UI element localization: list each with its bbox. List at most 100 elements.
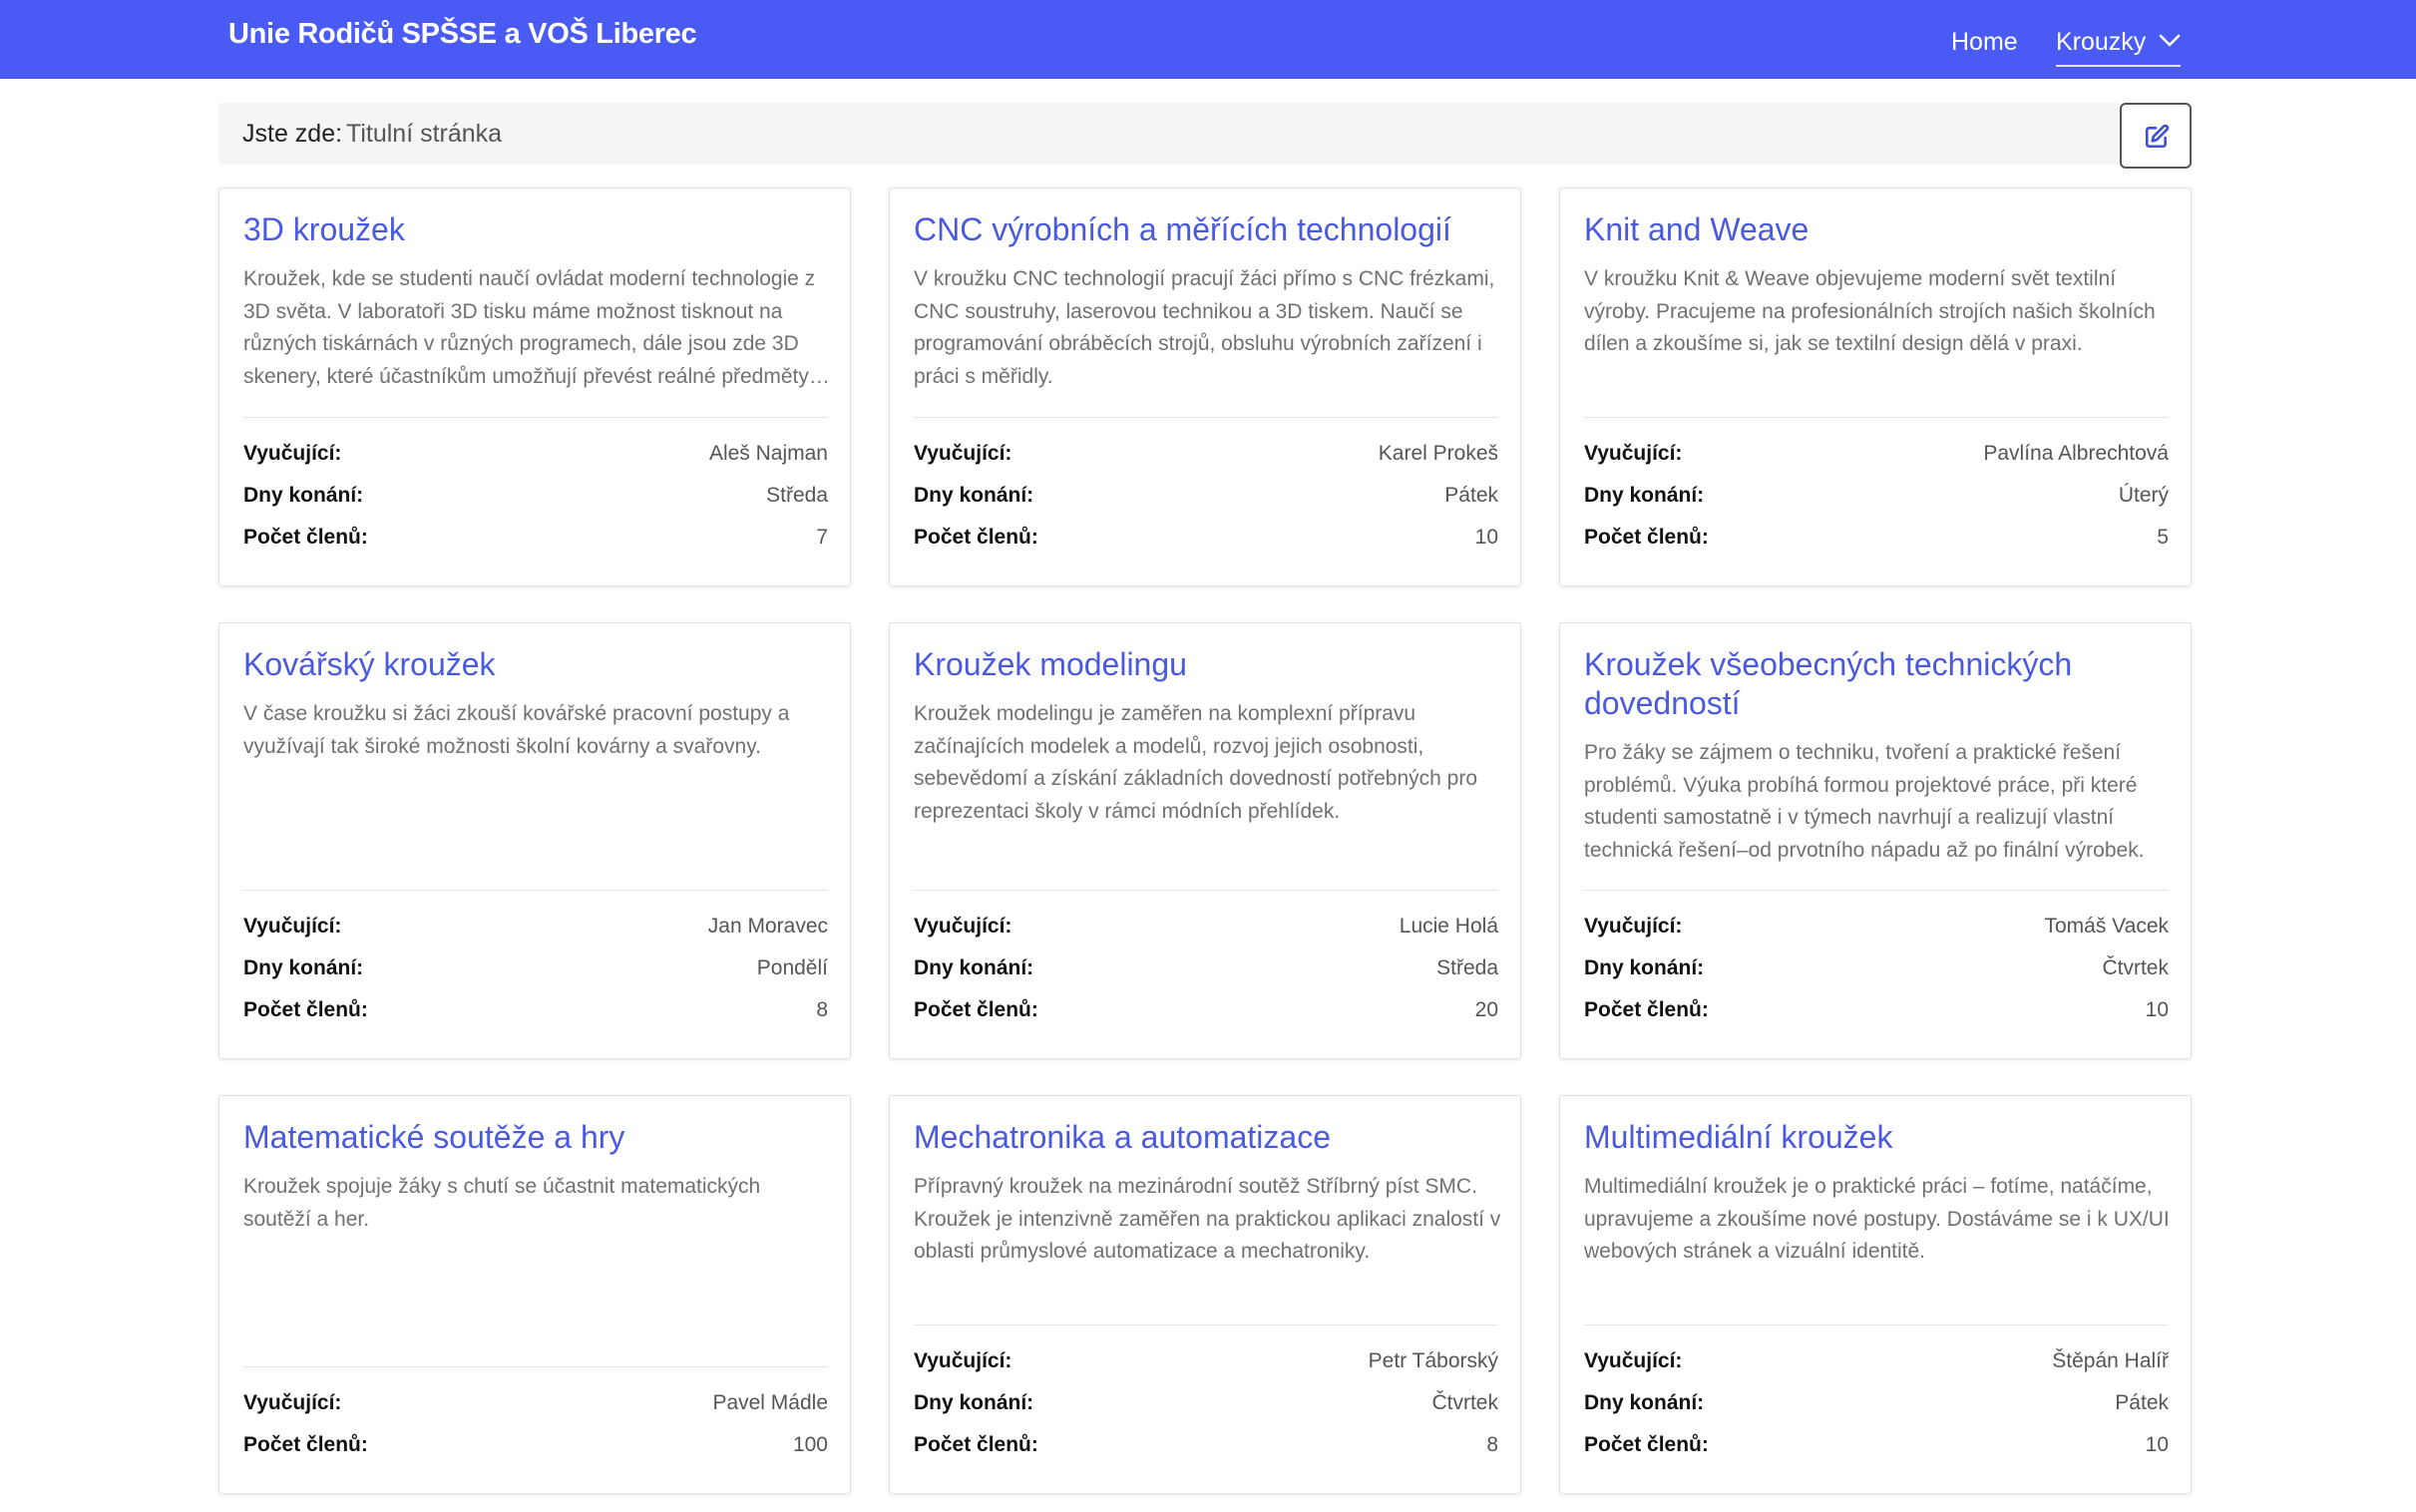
card-divider [243, 417, 828, 418]
members-label: Počet členů: [914, 1433, 1038, 1456]
days-row: Dny konání: Středa [243, 484, 828, 516]
teacher-label: Vyučující: [914, 915, 1012, 938]
members-row: Počet členů: 8 [243, 998, 828, 1030]
card-description: Kroužek modelingu je zaměřen na komplexn… [914, 702, 1478, 823]
card-description: V čase kroužku si žáci zkouší kovářské p… [243, 702, 790, 758]
days-label: Dny konání: [914, 484, 1034, 507]
members-value: 20 [1474, 998, 1498, 1021]
edit-icon [2145, 124, 2170, 149]
card-divider [243, 890, 828, 891]
card-description: Multimediální kroužek je o praktické prá… [1584, 1175, 2170, 1263]
card-description: V kroužku Knit & Weave objevujeme modern… [1584, 267, 2156, 355]
teacher-label: Vyučující: [1584, 1349, 1683, 1372]
days-value: Středa [766, 484, 828, 507]
teacher-value: Tomáš Vacek [2044, 915, 2170, 938]
members-value: 8 [1486, 1433, 1498, 1456]
card-title[interactable]: Kovářský kroužek [243, 645, 832, 684]
days-label: Dny konání: [914, 1391, 1034, 1414]
teacher-row: Vyučující: Aleš Najman [243, 442, 828, 474]
members-value: 100 [792, 1433, 828, 1456]
days-label: Dny konání: [1584, 1391, 1705, 1414]
card-divider [1584, 417, 2169, 418]
teacher-row: Vyučující: Lucie Holá [914, 915, 1498, 946]
days-value: Pátek [2115, 1391, 2169, 1414]
club-card: Kovářský kroužek V čase kroužku si žáci … [218, 622, 851, 1059]
card-description: Kroužek, kde se studenti naučí ovládat m… [243, 267, 816, 388]
members-value: 10 [2145, 1433, 2169, 1456]
card-title[interactable]: Kroužek modelingu [914, 645, 1502, 684]
days-value: Pátek [1444, 484, 1498, 507]
card-divider [914, 1324, 1498, 1325]
teacher-label: Vyučující: [243, 442, 342, 465]
teacher-row: Vyučující: Tomáš Vacek [1584, 915, 2169, 946]
nav-dropdown-krouzky[interactable]: Krouzky [2056, 28, 2181, 67]
teacher-label: Vyučující: [914, 442, 1012, 465]
navbar: Unie Rodičů SPŠSE a VOŠ Liberec Home Kro… [0, 0, 2416, 79]
members-label: Počet členů: [1584, 1433, 1709, 1456]
days-label: Dny konání: [914, 956, 1034, 979]
members-value: 7 [816, 526, 828, 549]
club-card: CNC výrobních a měřících technologií V k… [889, 188, 1521, 586]
card-title[interactable]: CNC výrobních a měřících technologií [914, 210, 1502, 249]
members-value: 10 [2145, 998, 2169, 1021]
teacher-label: Vyučující: [243, 1391, 342, 1414]
days-row: Dny konání: Čtvrtek [1584, 956, 2169, 988]
club-card: Multimediální kroužek Multimediální krou… [1559, 1095, 2192, 1494]
days-value: Pondělí [756, 956, 828, 979]
card-divider [914, 417, 1498, 418]
members-label: Počet členů: [914, 526, 1038, 549]
teacher-value: Pavlína Albrechtová [1983, 442, 2169, 465]
card-title[interactable]: Mechatronika a automatizace [914, 1118, 1502, 1157]
card-divider [1584, 890, 2169, 891]
nav-link-home[interactable]: Home [1951, 28, 2018, 57]
card-description: Přípravný kroužek na mezinárodní soutěž … [914, 1175, 1501, 1263]
breadcrumb-current[interactable]: Titulní stránka [346, 120, 502, 149]
members-value: 10 [1474, 526, 1498, 549]
days-row: Dny konání: Pátek [1584, 1391, 2169, 1423]
teacher-value: Lucie Holá [1399, 915, 1498, 938]
teacher-value: Petr Táborský [1368, 1349, 1498, 1372]
days-row: Dny konání: Pondělí [243, 956, 828, 988]
club-card: 3D kroužek Kroužek, kde se studenti nauč… [218, 188, 851, 586]
days-value: Středa [1436, 956, 1498, 979]
teacher-label: Vyučující: [1584, 442, 1683, 465]
club-card: Matematické soutěže a hry Kroužek spojuj… [218, 1095, 851, 1494]
days-row: Dny konání: Pátek [914, 484, 1498, 516]
teacher-row: Vyučující: Pavlína Albrechtová [1584, 442, 2169, 474]
card-divider [914, 890, 1498, 891]
card-title[interactable]: Knit and Weave [1584, 210, 2173, 249]
card-description: Kroužek spojuje žáky s chutí se účastnit… [243, 1175, 761, 1231]
members-row: Počet členů: 5 [1584, 526, 2169, 558]
teacher-row: Vyučující: Karel Prokeš [914, 442, 1498, 474]
teacher-value: Aleš Najman [708, 442, 828, 465]
card-divider [1584, 1324, 2169, 1325]
days-value: Čtvrtek [1431, 1391, 1498, 1414]
days-row: Dny konání: Čtvrtek [914, 1391, 1498, 1423]
teacher-row: Vyučující: Pavel Mádle [243, 1391, 828, 1423]
card-title[interactable]: Multimediální kroužek [1584, 1118, 2173, 1157]
days-label: Dny konání: [1584, 956, 1705, 979]
teacher-value: Štěpán Halíř [2052, 1349, 2169, 1372]
card-title[interactable]: Kroužek všeobecných technických dovednos… [1584, 645, 2173, 723]
teacher-row: Vyučující: Jan Moravec [243, 915, 828, 946]
club-card: Kroužek všeobecných technických dovednos… [1559, 622, 2192, 1059]
club-card: Kroužek modelingu Kroužek modelingu je z… [889, 622, 1521, 1059]
members-row: Počet členů: 10 [1584, 998, 2169, 1030]
breadcrumb-label: Jste zde: [242, 120, 343, 148]
days-label: Dny konání: [1584, 484, 1705, 507]
card-title[interactable]: Matematické soutěže a hry [243, 1118, 832, 1157]
members-label: Počet členů: [1584, 998, 1709, 1021]
days-label: Dny konání: [243, 484, 364, 507]
members-label: Počet členů: [243, 526, 368, 549]
teacher-label: Vyučující: [243, 915, 342, 938]
edit-button[interactable] [2120, 103, 2192, 169]
card-title[interactable]: 3D kroužek [243, 210, 832, 249]
members-row: Počet členů: 20 [914, 998, 1498, 1030]
teacher-value: Jan Moravec [707, 915, 828, 938]
members-label: Počet členů: [243, 998, 368, 1021]
site-brand[interactable]: Unie Rodičů SPŠSE a VOŠ Liberec [228, 18, 697, 51]
teacher-value: Karel Prokeš [1378, 442, 1498, 465]
members-row: Počet členů: 7 [243, 526, 828, 558]
teacher-row: Vyučující: Petr Táborský [914, 1349, 1498, 1381]
club-card: Mechatronika a automatizace Přípravný kr… [889, 1095, 1521, 1494]
